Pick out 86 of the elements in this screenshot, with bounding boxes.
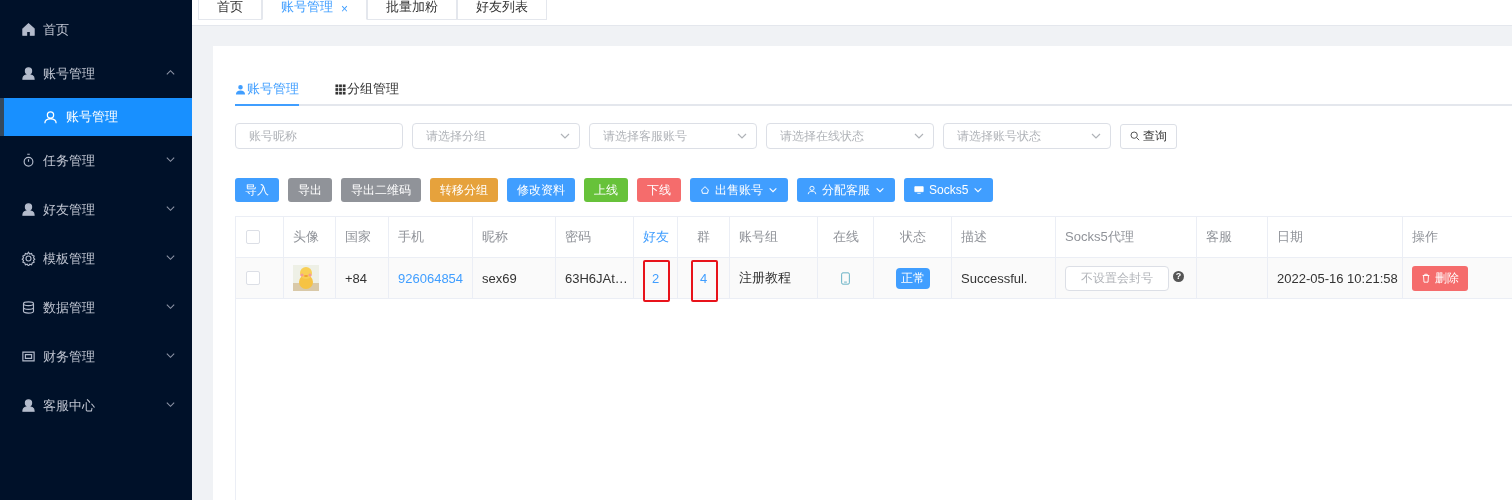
frame-icon [21, 349, 36, 364]
chevron-icon [973, 185, 984, 195]
select-field[interactable]: 请选择分组 [412, 123, 580, 149]
search-button[interactable]: 查询 [1120, 123, 1177, 149]
column-header: 账号组 [739, 228, 778, 246]
table-cell: +84 [345, 270, 368, 286]
table-cell: 注册教程 [739, 269, 791, 287]
friends-count-link[interactable]: 2 [651, 270, 660, 286]
user-icon [21, 398, 36, 413]
sidebar-item[interactable]: 数据管理 [0, 283, 192, 332]
column-header: 在线 [832, 228, 859, 246]
column-header[interactable]: 好友 [642, 228, 669, 246]
table-cell: 63H6JAt… [565, 270, 628, 286]
input-field[interactable]: 账号昵称 [235, 123, 403, 149]
help-icon[interactable]: ? [1173, 270, 1184, 282]
tab[interactable]: 批量加粉 [367, 0, 457, 20]
action-button[interactable]: 上线 [584, 178, 628, 202]
user-icon [235, 83, 246, 95]
action-button[interactable]: 导出 [288, 178, 332, 202]
stopwatch-icon [21, 153, 36, 168]
trash-icon [1421, 273, 1431, 283]
column-header: Socks5代理 [1065, 228, 1134, 246]
home-icon [21, 22, 36, 37]
database-icon [21, 300, 36, 315]
chevron-icon [165, 154, 176, 165]
status-badge: 正常 [895, 267, 930, 289]
column-header: 日期 [1277, 228, 1303, 246]
user-icon [43, 109, 58, 125]
tab[interactable]: 分组管理 [335, 74, 399, 104]
column-header: 手机 [398, 228, 424, 246]
chevron-icon [165, 252, 176, 263]
chevron-icon [165, 399, 176, 410]
sidebar-item[interactable]: 任务管理 [0, 136, 192, 185]
column-header: 操作 [1412, 228, 1438, 246]
action-button[interactable]: 修改资料 [507, 178, 575, 202]
user-icon [21, 66, 36, 81]
column-header: 密码 [565, 228, 591, 246]
action-button[interactable]: 出售账号 [690, 178, 788, 202]
phone-link[interactable]: 926064854 [398, 270, 464, 286]
action-button[interactable]: 导入 [235, 178, 279, 202]
column-header: 描述 [961, 228, 987, 246]
tab[interactable]: 首页 [198, 0, 262, 20]
table-cell: Successful. [961, 270, 1028, 286]
column-header: 国家 [345, 228, 371, 246]
tab[interactable]: 账号管理 × [262, 0, 367, 20]
sidebar-item[interactable]: 好友管理 [0, 185, 192, 234]
monitor-icon [914, 185, 924, 195]
grid-icon [335, 83, 346, 95]
checkbox[interactable] [246, 271, 260, 285]
groups-count-link[interactable]: 4 [699, 270, 708, 286]
select-field[interactable]: 请选择在线状态 [766, 123, 934, 149]
column-header: 昵称 [482, 228, 508, 246]
chevron-icon [165, 301, 176, 312]
action-button[interactable]: 下线 [637, 178, 681, 202]
checkbox[interactable] [246, 230, 260, 244]
column-header: 客服 [1206, 228, 1232, 246]
column-header: 头像 [293, 228, 319, 246]
tab[interactable]: 账号管理 [235, 74, 299, 106]
user-icon [807, 185, 817, 195]
search-icon [1130, 131, 1140, 141]
sidebar-item[interactable]: 账号管理 [0, 49, 192, 98]
sidebar-item[interactable]: 财务管理 [0, 332, 192, 381]
select-field[interactable]: 请选择客服账号 [589, 123, 757, 149]
action-button[interactable]: 导出二维码 [341, 178, 421, 202]
action-button[interactable]: Socks5 [904, 178, 994, 202]
table-cell: 2022-05-16 10:21:58 [1277, 270, 1398, 286]
select-field[interactable]: 请选择账号状态 [943, 123, 1111, 149]
chevron-icon [165, 350, 176, 361]
chevron-icon [165, 203, 176, 214]
action-button[interactable]: 分配客服 [797, 178, 895, 202]
sidebar-subitem[interactable]: 账号管理 [0, 98, 192, 136]
gear-icon [21, 251, 36, 266]
proxy-input-field[interactable]: 不设置会封号 [1065, 265, 1169, 291]
chevron-icon [165, 67, 176, 78]
delete-button[interactable]: 删除 [1412, 265, 1468, 291]
chevron-icon [875, 185, 885, 195]
sidebar-item[interactable]: 模板管理 [0, 234, 192, 283]
user-icon [21, 202, 36, 217]
column-header: 群 [697, 228, 710, 246]
table-cell: sex69 [482, 270, 517, 286]
action-button[interactable]: 转移分组 [430, 178, 498, 202]
tab[interactable]: 好友列表 [457, 0, 547, 20]
sidebar-item[interactable]: 首页 [0, 10, 192, 49]
column-header: 状态 [899, 228, 926, 246]
chevron-icon [768, 185, 778, 195]
sidebar-item[interactable]: 客服中心 [0, 381, 192, 430]
